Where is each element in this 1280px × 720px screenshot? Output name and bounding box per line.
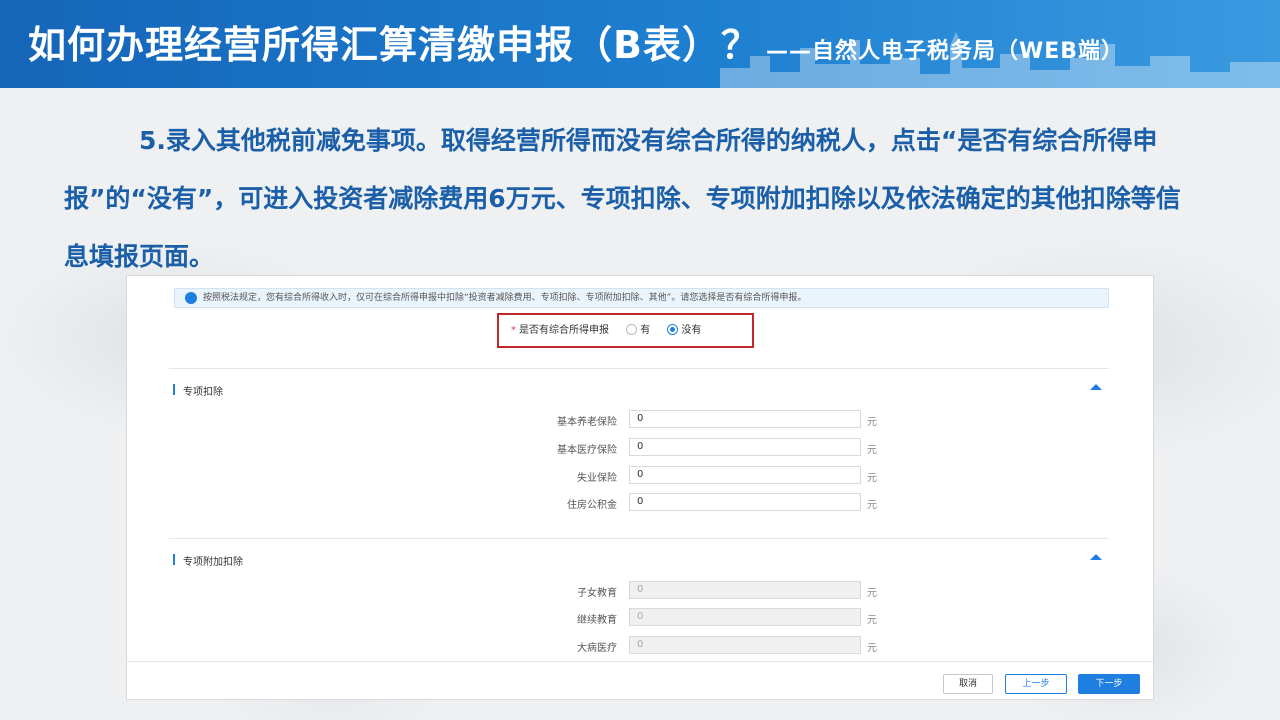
radio-checked-icon[interactable] — [667, 324, 679, 335]
slide-header: 如何办理经营所得汇算清缴申报（B表）？ ——自然人电子税务局（WEB端） — [0, 0, 1280, 88]
question-label: 是否有综合所得申报 — [519, 325, 609, 336]
cancel-button[interactable]: 取消 — [943, 674, 993, 694]
radio-unchecked-icon[interactable] — [626, 324, 638, 335]
radio-option-yes[interactable]: 有 — [626, 324, 651, 336]
section-divider — [169, 538, 1109, 539]
field-label: 基本养老保险 — [557, 417, 617, 428]
medical-insurance-input[interactable]: 0 — [629, 438, 861, 456]
unemployment-insurance-input[interactable]: 0 — [629, 466, 861, 484]
info-notice: 按照税法规定，您有综合所得收入时，仅可在综合所得申报中扣除“投资者减除费用、专项… — [174, 288, 1109, 308]
field-label: 失业保险 — [577, 473, 617, 484]
option-no-label: 没有 — [681, 325, 702, 336]
unit-label: 元 — [867, 417, 877, 428]
slide-subtitle: ——自然人电子税务局（WEB端） — [765, 39, 1125, 64]
next-step-button[interactable]: 下一步 — [1078, 674, 1140, 694]
field-label: 基本医疗保险 — [557, 445, 617, 456]
required-mark: * — [511, 325, 516, 336]
section-title-special-deduction: 专项扣除 — [173, 383, 223, 398]
field-label: 继续教育 — [577, 615, 617, 626]
field-label: 住房公积金 — [567, 500, 617, 511]
slide-title-main: 如何办理经营所得汇算清缴申报（B表）？ — [28, 23, 760, 67]
unit-label: 元 — [867, 643, 877, 654]
form-footer: 取消 上一步 下一步 — [127, 661, 1153, 699]
collapse-up-icon[interactable] — [1090, 554, 1102, 560]
unit-label: 元 — [867, 445, 877, 456]
section-title-additional-deduction: 专项附加扣除 — [173, 553, 243, 568]
section-divider — [169, 368, 1109, 369]
unit-label: 元 — [867, 473, 877, 484]
housing-fund-input[interactable]: 0 — [629, 493, 861, 511]
continuing-education-input: 0 — [629, 608, 861, 626]
pension-insurance-input[interactable]: 0 — [629, 410, 861, 428]
comprehensive-income-question: * 是否有综合所得申报 有 没有 — [497, 313, 754, 348]
serious-illness-input: 0 — [629, 636, 861, 654]
unit-label: 元 — [867, 615, 877, 626]
radio-option-no[interactable]: 没有 — [667, 324, 702, 336]
field-label: 大病医疗 — [577, 643, 617, 654]
unit-label: 元 — [867, 500, 877, 511]
collapse-up-icon[interactable] — [1090, 384, 1102, 390]
form-screenshot: 按照税法规定，您有综合所得收入时，仅可在综合所得申报中扣除“投资者减除费用、专项… — [126, 275, 1154, 700]
previous-step-button[interactable]: 上一步 — [1005, 674, 1067, 694]
field-label: 子女教育 — [577, 588, 617, 599]
notice-text: 按照税法规定，您有综合所得收入时，仅可在综合所得申报中扣除“投资者减除费用、专项… — [203, 293, 807, 303]
option-yes-label: 有 — [640, 325, 651, 336]
slide-title: 如何办理经营所得汇算清缴申报（B表）？ ——自然人电子税务局（WEB端） — [28, 14, 1124, 69]
unit-label: 元 — [867, 588, 877, 599]
step-description: 5.录入其他税前减免事项。取得经营所得而没有综合所得的纳税人，点击“是否有综合所… — [64, 126, 1181, 271]
info-icon — [185, 292, 197, 304]
children-education-input: 0 — [629, 581, 861, 599]
